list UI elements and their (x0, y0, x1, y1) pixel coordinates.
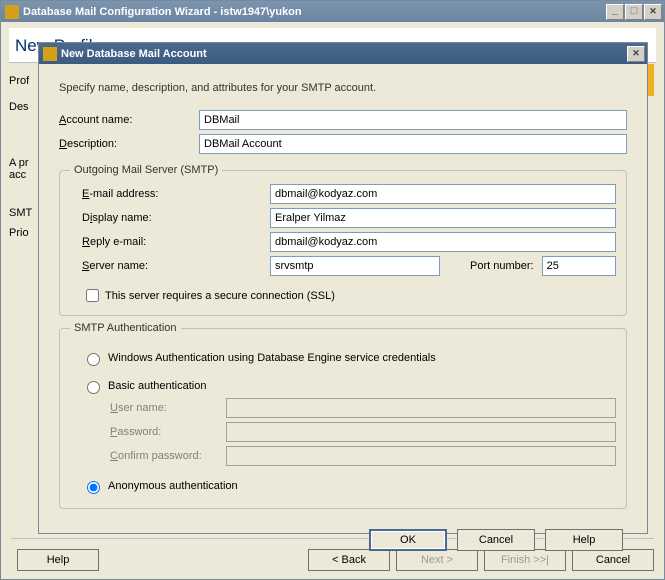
dialog-titlebar: New Database Mail Account (39, 43, 647, 64)
auth-group: SMTP Authentication Windows Authenticati… (59, 322, 627, 509)
auth-basic-radio[interactable] (87, 381, 100, 394)
maximize-button[interactable] (625, 4, 643, 20)
display-name-input[interactable] (270, 208, 616, 228)
basic-pass-input (226, 422, 616, 442)
dialog-description: Specify name, description, and attribute… (59, 82, 627, 94)
dialog-help-button[interactable]: Help (545, 529, 623, 551)
dialog-close-button[interactable] (627, 46, 645, 62)
auth-windows-label: Windows Authentication using Database En… (108, 352, 436, 364)
new-account-dialog: New Database Mail Account Specify name, … (38, 42, 648, 534)
auth-legend: SMTP Authentication (70, 322, 181, 334)
basic-user-label: User name: (110, 402, 226, 414)
description-input[interactable] (199, 134, 627, 154)
port-label: Port number: (470, 260, 534, 272)
dialog-cancel-button[interactable]: Cancel (457, 529, 535, 551)
close-button[interactable] (644, 4, 662, 20)
basic-confirm-input (226, 446, 616, 466)
priority-header: Prio (9, 223, 29, 243)
description-label: Des (9, 97, 29, 117)
basic-pass-label: Password: (110, 426, 226, 438)
account-name-input[interactable] (199, 110, 627, 130)
display-name-label: Display name: (70, 212, 270, 224)
email-label: E-mail address: (70, 188, 270, 200)
ssl-checkbox[interactable] (86, 289, 99, 302)
ssl-label: This server requires a secure connection… (105, 290, 335, 302)
email-input[interactable] (270, 184, 616, 204)
account-name-label: Account name: (59, 114, 199, 126)
profile-label: Prof (9, 71, 29, 91)
wizard-title: Database Mail Configuration Wizard - ist… (23, 6, 605, 18)
minimize-button[interactable] (606, 4, 624, 20)
app-icon (5, 5, 19, 19)
dialog-icon (43, 47, 57, 61)
dialog-button-row: OK Cancel Help (59, 515, 627, 555)
auth-anon-label: Anonymous authentication (108, 480, 238, 492)
description-field-label: Description: (59, 138, 199, 150)
basic-user-input (226, 398, 616, 418)
smtp-label: SMT (9, 203, 32, 223)
port-input[interactable] (542, 256, 616, 276)
dialog-title: New Database Mail Account (61, 48, 626, 60)
smtp-legend: Outgoing Mail Server (SMTP) (70, 164, 222, 176)
reply-email-input[interactable] (270, 232, 616, 252)
wizard-titlebar: Database Mail Configuration Wizard - ist… (1, 1, 664, 22)
auth-basic-label: Basic authentication (108, 380, 206, 392)
basic-confirm-label: Confirm password: (110, 450, 226, 462)
server-name-label: Server name: (70, 260, 270, 272)
server-name-input[interactable] (270, 256, 440, 276)
auth-windows-radio[interactable] (87, 353, 100, 366)
ok-button[interactable]: OK (369, 529, 447, 551)
smtp-group: Outgoing Mail Server (SMTP) E-mail addre… (59, 164, 627, 316)
auth-anon-radio[interactable] (87, 481, 100, 494)
reply-email-label: Reply e-mail: (70, 236, 270, 248)
